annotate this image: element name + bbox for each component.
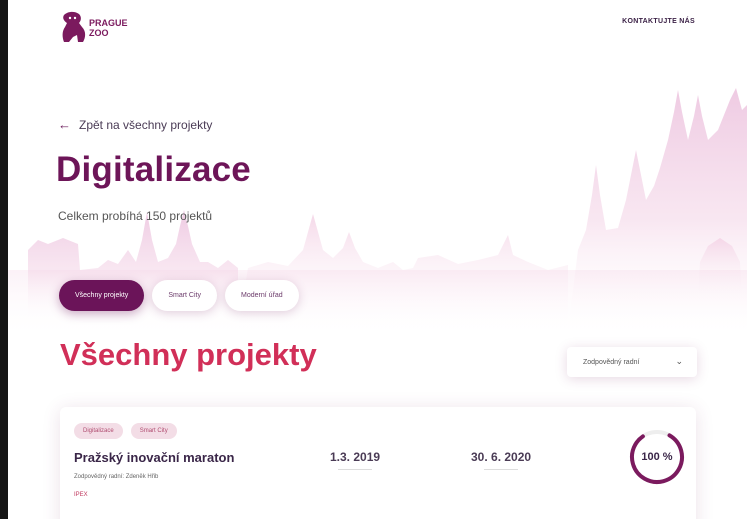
- sort-dropdown[interactable]: Zodpovědný radní ⌄: [567, 347, 697, 377]
- back-link[interactable]: ← Zpět na všechny projekty: [58, 117, 212, 132]
- page-title: Digitalizace: [56, 150, 251, 189]
- project-card[interactable]: Digitalizace Smart City Pražský inovační…: [60, 407, 696, 519]
- filter-smart-city[interactable]: Smart City: [152, 280, 217, 311]
- filter-all-projects[interactable]: Všechny projekty: [59, 280, 145, 311]
- project-start-date-value: 1.3. 2019: [330, 450, 381, 464]
- start-date-underline: [338, 469, 373, 470]
- project-end-date: 30. 6. 2020: [471, 450, 531, 470]
- chevron-down-icon: ⌄: [675, 356, 683, 366]
- project-name[interactable]: Pražský inovační maraton: [74, 450, 234, 465]
- section-title: Všechny projekty: [60, 337, 317, 372]
- filter-modern-office[interactable]: Moderní úřad: [224, 280, 299, 311]
- main-content: ← Zpět na všechny projekty Digitalizace C…: [8, 0, 747, 519]
- sort-dropdown-label: Zodpovědný radní: [583, 358, 640, 366]
- project-start-date: 1.3. 2019: [330, 450, 380, 470]
- back-link-label: Zpět na všechny projekty: [79, 118, 213, 132]
- project-end-date-value: 30. 6. 2020: [471, 450, 532, 464]
- page-subtitle: Celkem probíhá 150 projektů: [58, 209, 213, 223]
- project-tag[interactable]: Smart City: [130, 423, 177, 439]
- project-progress-ring: 100 %: [628, 428, 686, 486]
- project-code: IPEX: [74, 492, 88, 498]
- project-tag[interactable]: Digitalizace: [74, 423, 123, 439]
- project-responsible: Zodpovědný radní: Zdeněk Hřib: [74, 474, 159, 480]
- filter-chips: Všechny projekty Smart City Moderní úřad: [59, 280, 299, 311]
- page: PRAGUE ZOO KONTAKTUJTE NÁS ← Zpět na všec…: [8, 0, 747, 519]
- project-tags: Digitalizace Smart City: [74, 423, 177, 439]
- arrow-left-icon: ←: [58, 117, 71, 132]
- project-progress-label: 100 %: [641, 451, 673, 463]
- end-date-underline: [484, 469, 519, 470]
